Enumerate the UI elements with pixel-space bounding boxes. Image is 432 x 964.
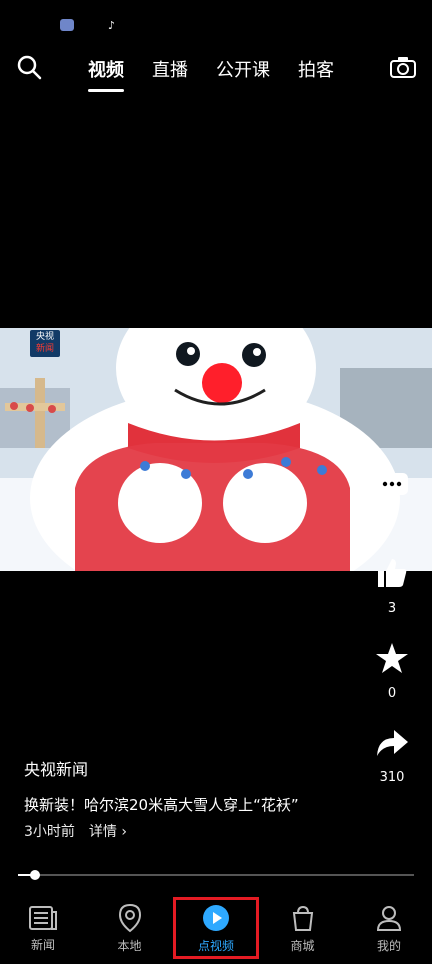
comment-count: 0 <box>387 514 397 529</box>
favorite-action[interactable]: 0 <box>352 640 432 701</box>
share-arrow-icon <box>377 730 408 756</box>
top-tabs: 视频 直播 公开课 拍客 <box>88 56 334 92</box>
logo-top-text: 央视 <box>35 332 54 342</box>
nav-me[interactable]: 我的 <box>346 897 432 959</box>
nav-news-label: 新闻 <box>30 937 55 952</box>
nav-news[interactable]: 新闻 <box>0 897 86 959</box>
nav-video-label: 点视频 <box>197 938 234 953</box>
like-count: 3 <box>387 601 397 616</box>
tab-open-class[interactable]: 公开课 <box>216 56 270 82</box>
video-progress-bar[interactable] <box>18 870 414 880</box>
logo-bottom-text: 新闻 <box>35 344 54 354</box>
tiktok-icon: ♪ <box>108 18 116 32</box>
status-bar: ♪ <box>60 14 115 36</box>
comment-icon <box>376 473 408 502</box>
progress-knob[interactable] <box>30 870 40 880</box>
play-circle-icon <box>203 904 229 931</box>
details-link[interactable]: 详情 › <box>89 821 127 841</box>
bottom-navigation: 新闻 本地 点视频 商城 我的 <box>0 897 432 964</box>
channel-name[interactable]: 央视新闻 <box>24 756 299 780</box>
user-icon <box>376 905 402 931</box>
nav-me-label: 我的 <box>376 938 401 953</box>
cctv-news-logo: 央视 新闻 <box>30 330 60 357</box>
thumbs-up-icon <box>378 559 407 587</box>
nav-local[interactable]: 本地 <box>87 897 173 959</box>
time-ago: 3小时前 <box>24 824 75 840</box>
meta-row: 3小时前 详情 › <box>24 821 299 841</box>
tab-reporter[interactable]: 拍客 <box>298 56 334 82</box>
app-notification-icon <box>60 19 74 31</box>
location-pin-icon <box>118 903 141 932</box>
video-player[interactable] <box>0 328 432 571</box>
favorite-count: 0 <box>387 686 397 701</box>
star-icon <box>376 643 408 673</box>
share-action[interactable]: 310 <box>352 724 432 785</box>
tab-video[interactable]: 视频 <box>88 56 124 92</box>
nav-mall[interactable]: 商城 <box>260 897 346 959</box>
video-info: 央视新闻 换新装！哈尔滨20米高大雪人穿上“花袄” 3小时前 详情 › <box>24 756 299 841</box>
camera-icon[interactable] <box>388 54 418 82</box>
top-bar: 视频 直播 公开课 拍客 <box>0 52 432 92</box>
nav-mall-label: 商城 <box>290 938 315 953</box>
nav-local-label: 本地 <box>117 938 142 953</box>
news-icon <box>29 905 57 930</box>
video-frame <box>0 328 432 571</box>
share-count: 310 <box>379 770 405 785</box>
search-icon[interactable] <box>14 52 46 84</box>
tab-live[interactable]: 直播 <box>152 56 188 82</box>
shopping-bag-icon <box>292 905 313 931</box>
nav-video[interactable]: 点视频 <box>173 897 259 959</box>
comment-action[interactable]: 0 <box>352 470 432 529</box>
like-action[interactable]: 3 <box>352 555 432 616</box>
video-title: 换新装！哈尔滨20米高大雪人穿上“花袄” <box>24 796 299 814</box>
